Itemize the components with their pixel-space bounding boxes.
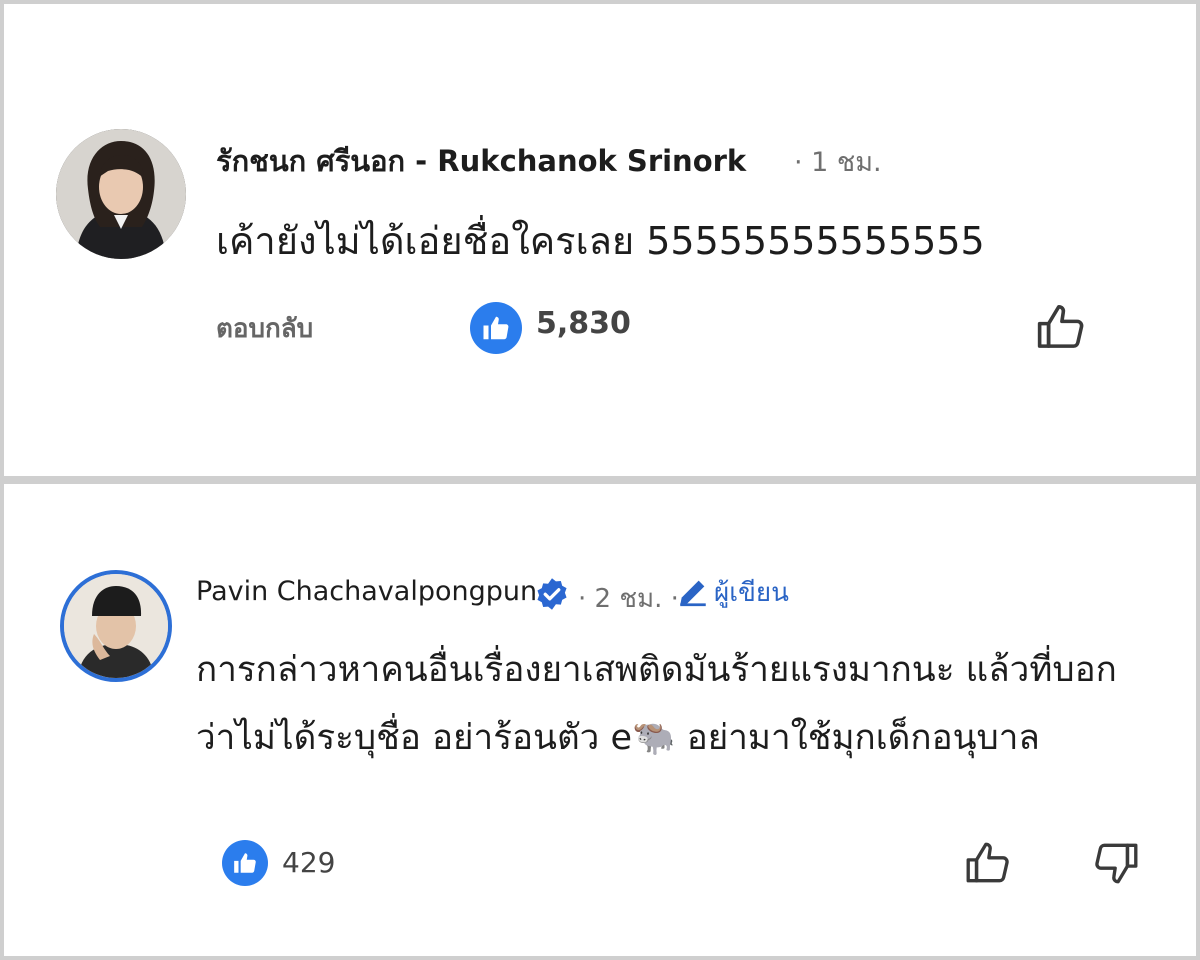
thumbs-down-icon[interactable] [1090, 838, 1142, 888]
comment-author[interactable]: Pavin Chachavalpongpun [196, 576, 537, 607]
avatar[interactable] [56, 129, 186, 259]
like-badge-icon [470, 302, 522, 354]
thumbs-up-icon[interactable] [962, 838, 1014, 888]
author-tag: ผู้เขียน [676, 574, 789, 610]
comment-timestamp: · 2 ชม. · [578, 584, 679, 614]
comment-timestamp: · 1 ชม. [794, 147, 882, 178]
like-badge-icon [222, 840, 268, 886]
pencil-icon [680, 580, 706, 607]
comment-card-2: Pavin Chachavalpongpun · 2 ชม. · ผู้เขีย… [4, 484, 1196, 956]
verified-badge-icon [534, 576, 570, 612]
like-count: 429 [282, 846, 336, 879]
avatar[interactable] [60, 570, 172, 682]
thumbs-up-icon[interactable] [1032, 300, 1090, 354]
comment-text: เค้ายังไม่ได้เอ่ยชื่อใครเลย 555555555555… [216, 219, 985, 263]
author-tag-label: ผู้เขียน [714, 577, 789, 608]
like-count: 5,830 [536, 306, 631, 341]
reply-button[interactable]: ตอบกลับ [216, 308, 313, 349]
comment-text: การกล่าวหาคนอื่นเรื่องยาเสพติดมันร้ายแรง… [196, 650, 1117, 758]
comment-card-1: รักชนก ศรีนอก - Rukchanok Srinork · 1 ชม… [4, 4, 1196, 476]
comment-author[interactable]: รักชนก ศรีนอก - Rukchanok Srinork [216, 138, 746, 184]
avatar-photo [64, 574, 168, 678]
avatar-photo [56, 129, 186, 259]
